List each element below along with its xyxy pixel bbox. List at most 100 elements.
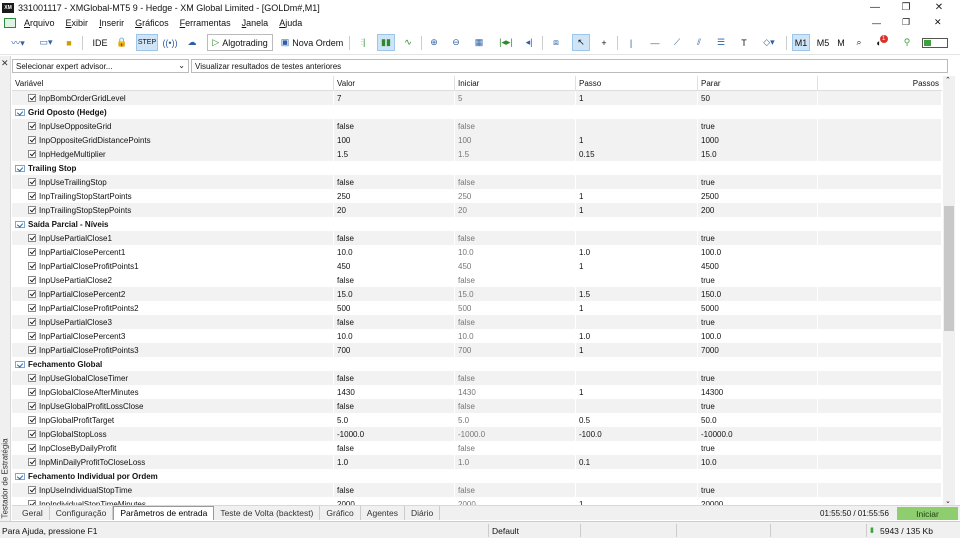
param-steps[interactable] <box>818 301 942 315</box>
notifications-icon[interactable]: ◐ 1 <box>872 34 892 51</box>
table-group-row[interactable]: Fechamento Global <box>12 357 942 371</box>
param-start[interactable]: false <box>455 483 576 497</box>
param-value[interactable]: 20 <box>334 203 455 217</box>
shapes-icon[interactable]: ◇▾ <box>757 34 781 51</box>
param-checkbox[interactable] <box>28 276 36 284</box>
param-value[interactable]: 1.0 <box>334 455 455 469</box>
table-row[interactable]: InpUseIndividualStopTime false false true <box>12 483 942 497</box>
chart-window-icon[interactable]: ▭▾ <box>34 34 58 51</box>
close-button[interactable]: ✕ <box>922 0 956 15</box>
param-stop[interactable]: 7000 <box>698 343 818 357</box>
param-checkbox[interactable] <box>28 346 36 354</box>
param-checkbox[interactable] <box>28 94 36 102</box>
param-steps[interactable] <box>818 455 942 469</box>
param-step[interactable]: 1 <box>576 91 698 105</box>
table-row[interactable]: InpTrailingStopStartPoints 250 250 1 2500 <box>12 189 942 203</box>
param-checkbox[interactable] <box>28 416 36 424</box>
param-checkbox[interactable] <box>28 234 36 242</box>
table-row[interactable]: InpCloseByDailyProfit false false true <box>12 441 942 455</box>
scrollbar-thumb[interactable] <box>944 206 954 331</box>
table-row[interactable]: InpTrailingStopStepPoints 20 20 1 200 <box>12 203 942 217</box>
param-start[interactable]: 1.5 <box>455 147 576 161</box>
param-start[interactable]: 5.0 <box>455 413 576 427</box>
table-row[interactable]: InpIndividualStopTimeMinutes 2000 2000 1 200… <box>12 497 942 505</box>
param-step[interactable]: 1 <box>576 203 698 217</box>
param-stop[interactable]: 4500 <box>698 259 818 273</box>
menu-app-icon[interactable] <box>4 17 16 28</box>
param-value[interactable]: 10.0 <box>334 329 455 343</box>
param-steps[interactable] <box>818 287 942 301</box>
param-checkbox[interactable] <box>28 388 36 396</box>
menu-exibir[interactable]: Exibir <box>66 18 89 28</box>
algotrading-button[interactable]: ▷ Algotrading <box>207 34 273 51</box>
param-steps[interactable] <box>818 399 942 413</box>
chart-shift-icon[interactable]: ◂| <box>521 34 537 51</box>
param-value[interactable]: 1430 <box>334 385 455 399</box>
param-step[interactable] <box>576 441 698 455</box>
trendline-icon[interactable]: ⟋ <box>670 34 684 51</box>
param-value[interactable]: 2000 <box>334 497 455 505</box>
table-row[interactable]: InpOppositeGridDistancePoints 100 100 1 1000 <box>12 133 942 147</box>
param-stop[interactable]: 100.0 <box>698 245 818 259</box>
param-value[interactable]: false <box>334 371 455 385</box>
tab-par-metros-de-entrada[interactable]: Parâmetros de entrada <box>113 505 215 520</box>
param-step[interactable]: 1 <box>576 343 698 357</box>
param-value[interactable]: 500 <box>334 301 455 315</box>
text-tool-icon[interactable]: T <box>737 34 751 51</box>
param-start[interactable]: 500 <box>455 301 576 315</box>
table-group-row[interactable]: Grid Oposto (Hedge) <box>12 105 942 119</box>
param-steps[interactable] <box>818 385 942 399</box>
param-stop[interactable]: true <box>698 399 818 413</box>
menu-inserir[interactable]: Inserir <box>99 18 124 28</box>
crosshair-icon[interactable]: + <box>597 34 611 51</box>
param-start[interactable]: false <box>455 371 576 385</box>
param-start[interactable]: false <box>455 399 576 413</box>
param-step[interactable]: 1 <box>576 259 698 273</box>
param-start[interactable]: false <box>455 231 576 245</box>
scroll-up-icon[interactable]: ⌃ <box>945 76 951 84</box>
param-stop[interactable]: 5000 <box>698 301 818 315</box>
param-start[interactable]: 10.0 <box>455 245 576 259</box>
param-checkbox[interactable] <box>28 304 36 312</box>
param-stop[interactable]: 150.0 <box>698 287 818 301</box>
param-checkbox[interactable] <box>28 318 36 326</box>
param-start[interactable]: false <box>455 273 576 287</box>
param-stop[interactable]: 20000 <box>698 497 818 505</box>
col-step-header[interactable]: Passo <box>576 76 698 91</box>
param-start[interactable]: -1000.0 <box>455 427 576 441</box>
table-row[interactable]: InpPartialCloseProfitPoints3 700 700 1 7000 <box>12 343 942 357</box>
new-order-button[interactable]: ▣ Nova Ordem <box>279 34 345 51</box>
screenshot-icon[interactable]: ⧈ <box>548 34 564 51</box>
col-stop-header[interactable]: Parar <box>698 76 818 91</box>
param-steps[interactable] <box>818 231 942 245</box>
param-step[interactable]: 0.1 <box>576 455 698 469</box>
param-stop[interactable]: -10000.0 <box>698 427 818 441</box>
param-value[interactable]: false <box>334 441 455 455</box>
param-value[interactable]: 1.5 <box>334 147 455 161</box>
param-start[interactable]: 250 <box>455 189 576 203</box>
col-steps-header[interactable]: Passos <box>818 76 942 91</box>
param-checkbox[interactable] <box>28 458 36 466</box>
param-stop[interactable]: 1000 <box>698 133 818 147</box>
table-row[interactable]: InpBombOrderGridLevel 7 5 1 50 <box>12 91 942 105</box>
param-stop[interactable]: 50.0 <box>698 413 818 427</box>
param-steps[interactable] <box>818 483 942 497</box>
param-checkbox[interactable] <box>28 206 36 214</box>
param-steps[interactable] <box>818 259 942 273</box>
close-panel-icon[interactable]: ✕ <box>1 58 9 69</box>
param-value[interactable]: false <box>334 483 455 497</box>
param-checkbox[interactable] <box>28 430 36 438</box>
menu-ferramentas[interactable]: Ferramentas <box>180 18 231 28</box>
param-steps[interactable] <box>818 441 942 455</box>
timeframe-m5-button[interactable]: M5 <box>815 34 831 51</box>
param-stop[interactable]: 15.0 <box>698 147 818 161</box>
signal-icon[interactable]: ((•)) <box>162 34 177 51</box>
param-checkbox[interactable] <box>28 290 36 298</box>
table-row[interactable]: InpGlobalStopLoss -1000.0 -1000.0 -100.0 -10… <box>12 427 942 441</box>
param-value[interactable]: 10.0 <box>334 245 455 259</box>
zoom-in-icon[interactable]: ⊕ <box>427 34 441 51</box>
param-start[interactable]: 2000 <box>455 497 576 505</box>
param-checkbox[interactable] <box>28 122 36 130</box>
step-button[interactable]: STEP <box>136 34 158 51</box>
param-stop[interactable]: true <box>698 273 818 287</box>
